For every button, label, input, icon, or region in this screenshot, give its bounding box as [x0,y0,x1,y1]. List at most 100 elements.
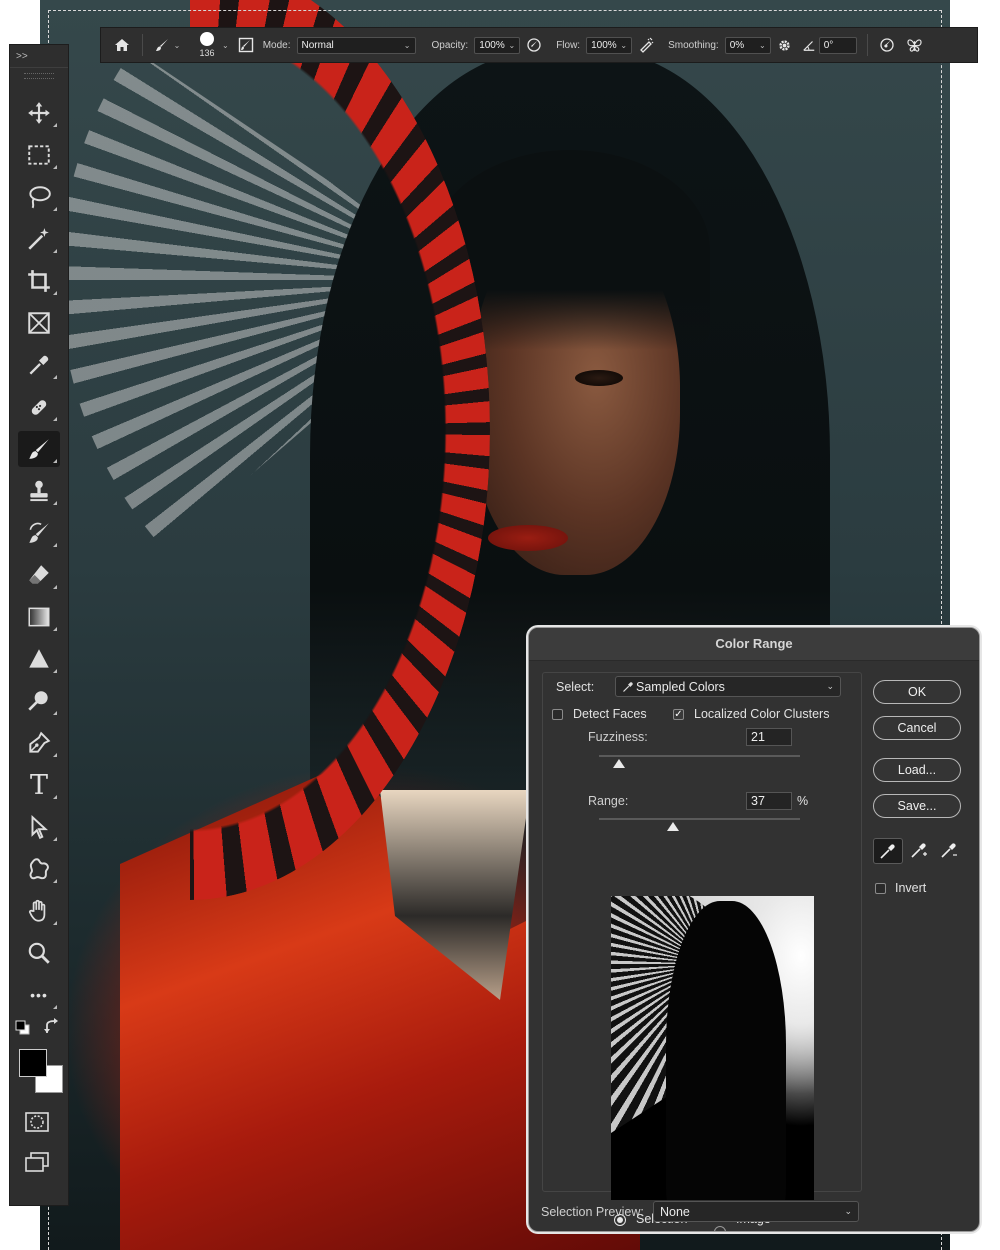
brush-icon [155,39,168,51]
gradient-tool[interactable] [18,599,60,635]
eyedropper-minus-icon [941,843,957,858]
dodge-icon [28,691,48,711]
selection-preview-dropdown[interactable]: None ⌄ [653,1201,859,1222]
foreground-color-swatch[interactable] [19,1049,47,1077]
submenu-indicator [53,921,57,925]
home-icon [115,39,129,51]
fuzziness-input[interactable]: 21 [746,728,792,746]
spot-healing-tool[interactable] [18,389,60,425]
magic-wand-icon [28,228,49,250]
collapse-toolbar-button[interactable]: >> [16,51,28,62]
zoom-tool[interactable] [18,935,60,971]
range-input[interactable]: 37 [746,792,792,810]
submenu-indicator [53,501,57,505]
brush-size-picker[interactable]: 136 [194,30,220,60]
selection-preview-thumbnail[interactable] [611,896,814,1200]
magic-wand-tool[interactable] [18,221,60,257]
history-brush-tool[interactable] [18,515,60,551]
fuzziness-label: Fuzziness: [588,730,648,744]
brush-settings-button[interactable] [233,31,259,59]
home-button[interactable] [107,31,137,59]
opacity-label: Opacity: [431,39,469,51]
eyedropper-icon [880,844,895,859]
tool-preset-picker[interactable]: ⌄ [148,31,186,59]
zoom-icon [28,942,50,964]
flow-field[interactable]: 100% ⌄ [586,36,633,54]
localized-clusters-label: Localized Color Clusters [694,707,830,721]
mode-dropdown[interactable]: Normal ⌄ [296,36,416,54]
pressure-size-button[interactable] [873,31,901,59]
detect-faces-checkbox[interactable] [552,709,563,720]
symmetry-button[interactable] [901,31,929,59]
color-range-dialog: Color Range Select: Sampled Colors ⌄ Det… [528,627,980,1232]
range-slider-thumb[interactable] [667,822,680,831]
eyedropper-tool[interactable] [18,347,60,383]
screen-mode-button[interactable] [21,1149,53,1175]
fuzziness-slider-track[interactable] [599,755,800,757]
crop-icon [28,270,50,292]
detect-faces-label: Detect Faces [573,707,647,721]
quick-mask-button[interactable] [21,1109,53,1135]
range-slider-track[interactable] [599,818,800,820]
path-selection-tool[interactable] [18,809,60,845]
load-button[interactable]: Load... [873,758,961,782]
dodge-tool[interactable] [18,683,60,719]
submenu-indicator [53,1005,57,1009]
path-selection-icon [31,815,49,840]
angle-field[interactable]: 0° [818,36,857,54]
invert-checkbox[interactable] [875,883,886,894]
pen-tool[interactable] [18,725,60,761]
pressure-opacity-button[interactable] [520,31,548,59]
clone-stamp-tool[interactable] [18,473,60,509]
chevron-down-icon: ⌄ [403,40,411,50]
brush-tool[interactable] [18,431,60,467]
airbrush-button[interactable] [632,31,660,59]
subtract-from-sample-eyedropper-button[interactable] [935,838,963,862]
cancel-button[interactable]: Cancel [873,716,961,740]
brush-settings-icon [238,37,253,53]
more-tools[interactable]: ••• [18,977,60,1013]
flow-label: Flow: [556,39,581,51]
select-dropdown[interactable]: Sampled Colors ⌄ [615,676,841,697]
blur-tool[interactable] [18,641,60,677]
select-value: Sampled Colors [636,679,725,694]
chevron-down-icon[interactable]: ⌄ [222,41,229,50]
gradient-icon [28,607,50,627]
sample-eyedropper-button[interactable] [873,838,903,864]
lasso-tool[interactable] [18,179,60,215]
mode-value: Normal [301,39,334,51]
healing-icon [31,400,47,415]
localized-clusters-checkbox[interactable]: ✓ [673,709,684,720]
preview-hair [666,901,786,1200]
move-tool[interactable] [18,95,60,131]
swap-colors-button[interactable] [42,1017,62,1037]
save-button[interactable]: Save... [873,794,961,818]
airbrush-icon [640,37,654,53]
select-label: Select: [556,680,595,694]
angle-icon [803,41,814,51]
history-brush-icon [29,522,49,543]
ok-button[interactable]: OK [873,680,961,704]
submenu-indicator [53,627,57,631]
frame-tool[interactable] [18,305,60,341]
hand-tool[interactable] [18,893,60,929]
smoothing-options-button[interactable] [771,31,799,59]
image-radio[interactable] [714,1226,726,1231]
dialog-title: Color Range [529,628,979,661]
type-tool[interactable]: T [18,767,60,803]
angle-icon-area [799,31,819,59]
rectangular-marquee-tool[interactable] [18,137,60,173]
toolbar-grip[interactable] [24,73,54,79]
add-to-sample-eyedropper-button[interactable] [905,838,933,862]
smoothing-field[interactable]: 0% ⌄ [724,36,771,54]
options-bar: ⌄ 136 ⌄ Mode: Normal ⌄ Opacity: 100% ⌄ F… [100,27,978,63]
default-colors-button[interactable] [14,1019,32,1035]
fuzziness-slider-thumb[interactable] [613,759,626,768]
custom-shape-tool[interactable] [18,851,60,887]
submenu-indicator [53,375,57,379]
swap-arrows-icon [44,1018,58,1033]
opacity-field[interactable]: 100% ⌄ [474,36,521,54]
eraser-tool[interactable] [18,557,60,593]
crop-tool[interactable] [18,263,60,299]
eyedropper-icon [29,355,49,375]
